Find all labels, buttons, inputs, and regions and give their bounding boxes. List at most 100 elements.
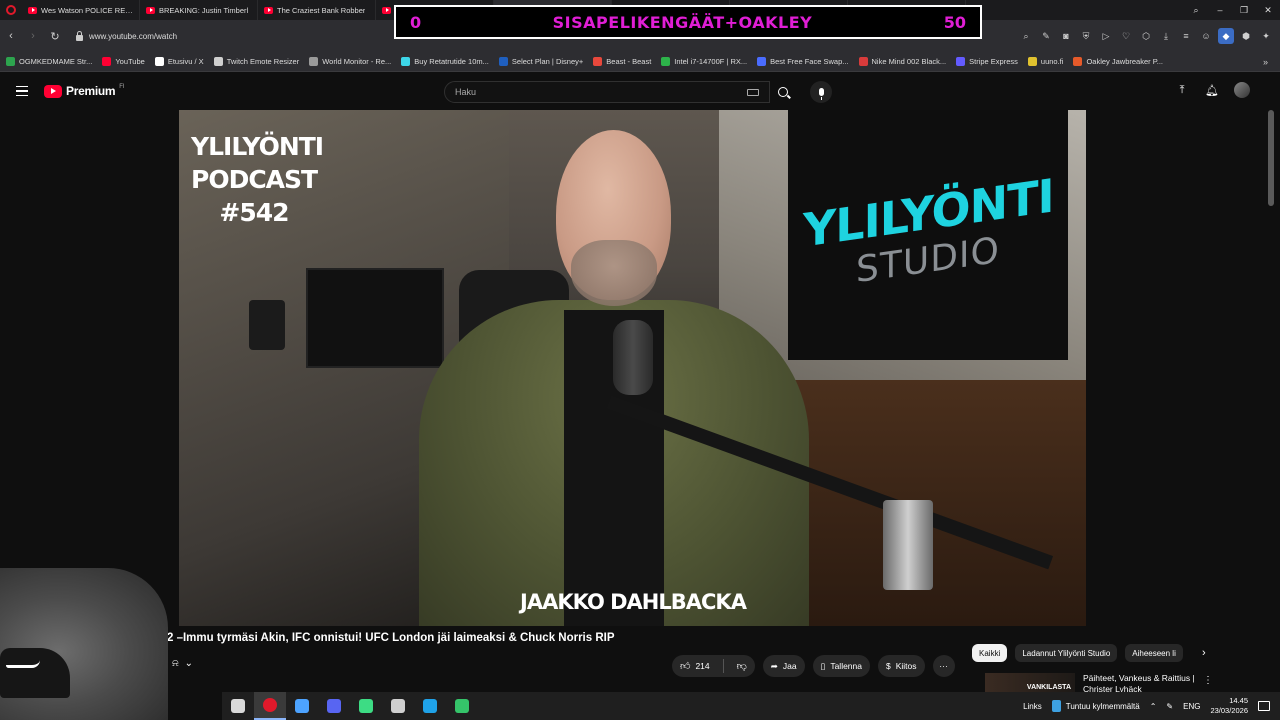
tray-expand-icon[interactable]: ⌃ (1150, 702, 1157, 711)
recommended-thumbnail: VANKILASTA (985, 673, 1075, 693)
language-indicator[interactable]: ENG (1183, 702, 1200, 711)
weather-widget[interactable]: Tuntuu kylmemmältä (1051, 700, 1140, 712)
bookmark-item[interactable]: OGMKEDMAME Str... (6, 57, 92, 66)
bookmark-item[interactable]: Buy Retatrutide 10m... (401, 57, 489, 66)
taskbar-app-icon[interactable] (414, 692, 446, 720)
filter-chip[interactable]: Kaikki (972, 644, 1008, 662)
bookmark-item[interactable]: YouTube (102, 57, 145, 66)
taskbar-app-icon[interactable] (318, 692, 350, 720)
ai-icon[interactable]: ✦ (1258, 28, 1274, 44)
bookmark-item[interactable]: Select Plan | Disney+ (498, 57, 583, 66)
save-button[interactable]: ▯ Tallenna (812, 655, 870, 677)
bookmark-item[interactable]: Intel i7-14700F | RX... (661, 57, 747, 66)
clock[interactable]: 14.45 23/03/2026 (1210, 696, 1248, 716)
bookmark-item[interactable]: Stripe Express (956, 57, 1018, 66)
youtube-logo-text: Premium (66, 84, 116, 98)
download-icon[interactable]: ⤓ (1158, 28, 1174, 44)
url-text: www.youtube.com/watch (89, 31, 178, 41)
thanks-button[interactable]: $ Kiitos (878, 655, 925, 677)
browser-tab[interactable]: BREAKING: Justin Timberl (140, 0, 258, 20)
forward-icon[interactable]: › (22, 30, 44, 42)
video-monitor (306, 268, 444, 368)
like-button[interactable]: 👍︎ 214 (672, 655, 718, 677)
tab-title: Wes Watson POLICE REPO (41, 5, 133, 15)
app-glyph-icon (391, 699, 405, 713)
bookmark-item[interactable]: Nike Mind 002 Black... (858, 57, 947, 66)
bookmark-item[interactable]: uuno.fi (1027, 57, 1063, 66)
notification-icon[interactable] (1258, 701, 1270, 711)
host-beard (571, 240, 657, 306)
share-button[interactable]: ➦ Jaa (762, 655, 805, 677)
back-icon[interactable]: ‹ (0, 30, 22, 42)
taskbar-app-icon[interactable] (254, 692, 286, 720)
opera-logo-icon[interactable] (0, 0, 22, 20)
chevron-right-icon[interactable]: › (1195, 647, 1213, 659)
keyboard-icon[interactable] (747, 88, 759, 96)
bookmarks-more-button[interactable]: » (1263, 57, 1280, 67)
box-icon[interactable]: ⬢ (1238, 28, 1254, 44)
bookmark-favicon-icon (661, 57, 671, 66)
bookmark-favicon-icon (498, 57, 508, 66)
taskbar-app-icon[interactable] (382, 692, 414, 720)
youtube-logo[interactable]: Premium FI (44, 84, 125, 98)
bookmark-item[interactable]: Oakley Jawbreaker P... (1073, 57, 1163, 66)
dislike-button[interactable]: 👎︎ (729, 655, 755, 677)
browser-tab[interactable]: The Craziest Bank Robber (258, 0, 376, 20)
shield-icon[interactable]: ⛨ (1078, 28, 1094, 44)
links-toolbar[interactable]: Links (1023, 702, 1042, 711)
taskbar-app-icon[interactable] (350, 692, 382, 720)
play-icon[interactable]: ▷ (1098, 28, 1114, 44)
bookmark-favicon-icon (956, 57, 966, 66)
video-player[interactable]: YLILYÖNTI STUDIO YLILYÖNTI PODCAST #542 … (179, 110, 1086, 626)
app-glyph-icon (295, 699, 309, 713)
more-actions-button[interactable]: ··· (932, 655, 955, 677)
filter-chip[interactable]: Aiheeseen li (1125, 644, 1183, 662)
taskbar-app-icon[interactable] (286, 692, 318, 720)
hamburger-menu-icon[interactable] (0, 85, 44, 97)
browser-tab[interactable]: Wes Watson POLICE REPO (22, 0, 140, 20)
tab-title: The Craziest Bank Robber (277, 5, 366, 15)
chevron-down-icon[interactable]: ⌄ (185, 658, 193, 669)
maximize-icon[interactable]: ❐ (1232, 5, 1256, 16)
notifications-bell-icon[interactable]: 🔔︎ (1204, 82, 1220, 98)
edit-icon[interactable]: ✎ (1038, 28, 1054, 44)
close-icon[interactable]: ✕ (1256, 5, 1280, 16)
upload-icon[interactable]: ⤒ (1174, 82, 1190, 98)
camera-icon[interactable]: ◙ (1058, 28, 1074, 44)
bookmark-item[interactable]: Twitch Emote Resizer (213, 57, 300, 66)
guest-name-caption: JAAKKO DAHLBACKA (520, 590, 747, 614)
reload-icon[interactable]: ↻ (44, 30, 66, 43)
bookmark-label: Twitch Emote Resizer (226, 57, 300, 66)
subscribe-bell-icon[interactable]: ⍾ (172, 658, 179, 669)
search-input[interactable]: Haku (444, 81, 770, 103)
recommended-menu-icon[interactable]: ⋮ (1203, 675, 1213, 686)
search-button[interactable] (770, 81, 796, 103)
list-icon[interactable]: ≡ (1178, 28, 1194, 44)
heart-icon[interactable]: ♡ (1118, 28, 1134, 44)
filter-chips: Kaikki Ladannut Ylilyönti Studio Aiheeseen… (972, 644, 1213, 662)
bookmark-item[interactable]: World Monitor - Re... (309, 57, 391, 66)
account-avatar[interactable] (1234, 82, 1250, 98)
minimize-icon[interactable]: – (1208, 5, 1232, 15)
stream-counter-overlay: 0 SISAPELIKENGÄÄT+OAKLEY 50 (394, 5, 982, 39)
filter-chip[interactable]: Ladannut Ylilyönti Studio (1015, 644, 1118, 662)
search-icon[interactable]: ⌕ (1018, 28, 1034, 44)
task-view-icon[interactable] (222, 692, 254, 720)
pen-icon[interactable]: ✎ (1166, 702, 1173, 711)
profile-icon[interactable]: ☺ (1198, 28, 1214, 44)
bookmark-item[interactable]: Beast - Beast (593, 57, 651, 66)
page-scrollbar[interactable] (1268, 110, 1274, 206)
search-bar: Haku (444, 81, 832, 103)
bookmark-label: Nike Mind 002 Black... (871, 57, 947, 66)
search-placeholder: Haku (455, 87, 477, 97)
cube-icon[interactable]: ⬡ (1138, 28, 1154, 44)
taskbar-app-icon[interactable] (446, 692, 478, 720)
voice-search-button[interactable] (810, 81, 832, 103)
bookmark-item[interactable]: Best Free Face Swap... (757, 57, 849, 66)
extension-icon[interactable]: ◆ (1218, 28, 1234, 44)
microphone-icon (818, 88, 824, 100)
youtube-favicon-icon (28, 6, 37, 14)
bookmark-item[interactable]: Etusivu / X (154, 57, 204, 66)
screen: Wes Watson POLICE REPO BREAKING: Justin T… (0, 0, 1280, 720)
search-tabs-icon[interactable]: ⌕ (1184, 5, 1208, 16)
